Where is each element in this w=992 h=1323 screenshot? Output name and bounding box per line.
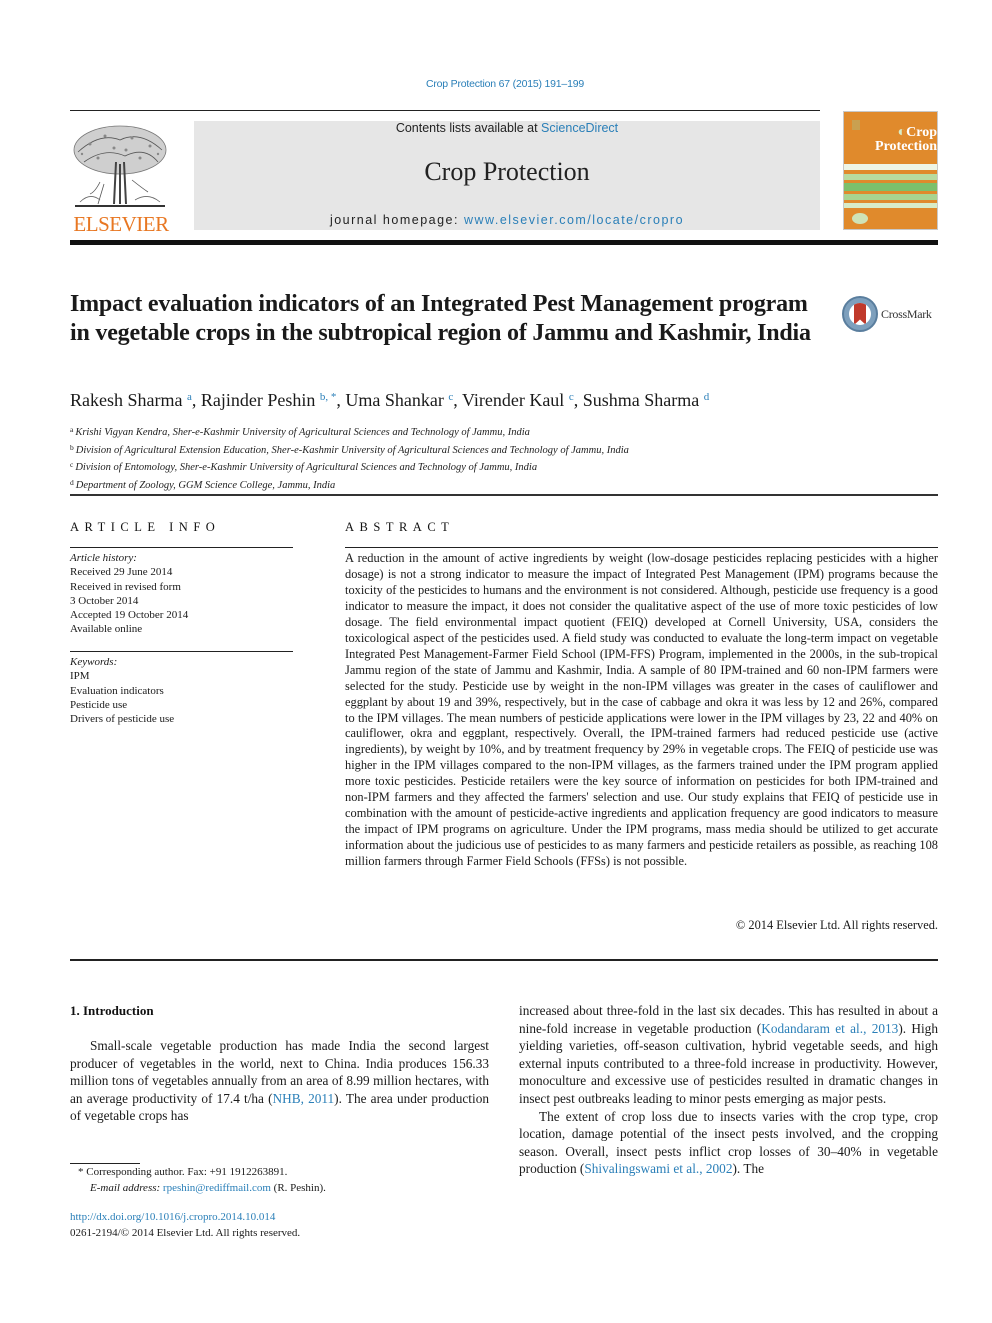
journal-homepage-link[interactable]: www.elsevier.com/locate/cropro	[464, 213, 684, 227]
footnotes: * Corresponding author. Fax: +91 1912263…	[70, 1165, 326, 1241]
intro-text: ). The	[732, 1161, 764, 1177]
author-affiliation-ref[interactable]: b, *	[320, 391, 337, 403]
author-affiliation-ref[interactable]: c	[448, 391, 453, 403]
citation-link-nhb-2011[interactable]: NHB, 2011	[273, 1091, 335, 1106]
article-title: Impact evaluation indicators of an Integ…	[70, 291, 811, 346]
journal-title: Crop Protection	[424, 157, 590, 186]
article-history-label: Article history:	[70, 552, 137, 564]
email-label: E-mail address:	[90, 1181, 163, 1194]
author-name[interactable]: Rajinder Peshin	[201, 390, 316, 410]
affiliation-marker: c	[70, 460, 74, 469]
homepage-prefix: journal homepage:	[329, 213, 464, 227]
author-affiliation-ref[interactable]: a	[187, 391, 192, 403]
author-list: Rakesh Sharma a, Rajinder Peshin b, *, U…	[70, 390, 710, 410]
elsevier-logo[interactable]: ELSEVIER	[70, 118, 172, 236]
affiliation-item: d Department of Zoology, GGM Science Coll…	[70, 476, 629, 494]
journal-cover-thumbnail[interactable]: ◐Crop Protection	[843, 111, 938, 230]
affiliation-item: b Division of Agricultural Extension Educ…	[70, 441, 629, 459]
crossmark-button[interactable]: CrossMark	[842, 296, 942, 334]
email-note: E-mail address: rpeshin@rediffmail.com (…	[70, 1181, 326, 1197]
keyword-item: IPM	[70, 670, 90, 683]
citation-link-kodandaram-2013[interactable]: Kodandaram et al., 2013	[761, 1021, 898, 1036]
corresponding-author-note: * Corresponding author. Fax: +91 1912263…	[78, 1166, 288, 1178]
crossmark-label: CrossMark	[881, 307, 932, 321]
homepage-line: journal homepage: www.elsevier.com/locat…	[194, 213, 820, 227]
sciencedirect-link[interactable]: ScienceDirect	[541, 121, 618, 135]
article-info-heading: ARTICLE INFO	[70, 520, 221, 534]
author-name[interactable]: Rakesh Sharma	[70, 390, 182, 410]
header-thick-rule	[70, 240, 938, 245]
header-top-rule	[70, 110, 820, 111]
history-item: Accepted 19 October 2014	[70, 609, 189, 622]
abstract-body: A reduction in the amount of active ingr…	[345, 551, 938, 869]
email-suffix: (R. Peshin).	[270, 1181, 326, 1194]
journal-citation-link[interactable]: Crop Protection 67 (2015) 191–199	[0, 78, 992, 90]
affiliation-marker: b	[70, 442, 74, 452]
intro-paragraph: The extent of crop loss due to insects v…	[519, 1108, 938, 1178]
history-item: 3 October 2014	[70, 594, 139, 607]
history-item: Available online	[70, 623, 143, 636]
author-affiliation-ref[interactable]: c	[569, 391, 574, 403]
crossmark-icon	[842, 296, 878, 332]
keyword-item: Pesticide use	[70, 698, 128, 711]
intro-paragraph: increased about three-fold in the last s…	[519, 1002, 938, 1108]
affiliation-text: Department of Zoology, GGM Science Colle…	[75, 479, 336, 491]
contents-prefix: Contents lists available at	[395, 121, 542, 135]
affiliation-marker: a	[70, 425, 74, 434]
section-divider	[70, 494, 938, 496]
author-name[interactable]: Virender Kaul	[462, 390, 564, 410]
author-affiliation-ref[interactable]: d	[704, 391, 710, 403]
abstract-copyright: © 2014 Elsevier Ltd. All rights reserved…	[735, 918, 938, 932]
keyword-item: Drivers of pesticide use	[70, 713, 175, 726]
citation-link-shivalingswami-2002[interactable]: Shivalingswami et al., 2002	[584, 1161, 732, 1176]
history-item: Received in revised form	[70, 580, 181, 593]
keywords-rule	[70, 651, 293, 652]
keywords-label: Keywords:	[70, 656, 118, 668]
cover-stripe	[844, 183, 937, 191]
abstract-bottom-rule	[70, 959, 938, 961]
issn-copyright: 0261-2194/© 2014 Elsevier Ltd. All right…	[70, 1226, 301, 1239]
intro-right-column: increased about three-fold in the last s…	[519, 1002, 938, 1178]
author-name[interactable]: Sushma Sharma	[583, 390, 700, 410]
affiliation-text: Division of Entomology, Sher-e-Kashmir U…	[75, 462, 538, 473]
keywords: Keywords: IPM Evaluation indicators Pest…	[70, 655, 174, 726]
article-info-rule	[70, 547, 293, 548]
abstract-heading: ABSTRACT	[345, 520, 455, 534]
cover-title-line2: Protection	[875, 139, 937, 154]
elsevier-tree-icon	[73, 125, 167, 207]
footnote-rule	[70, 1163, 140, 1164]
email-link[interactable]: rpeshin@rediffmail.com	[163, 1182, 271, 1194]
affiliation-text: Division of Agricultural Extension Educa…	[75, 444, 629, 456]
history-item: Received 29 June 2014	[70, 566, 173, 579]
affiliation-marker: d	[70, 477, 74, 487]
affiliation-item: c Division of Entomology, Sher-e-Kashmir …	[70, 458, 629, 476]
affiliation-list: a Krishi Vigyan Kendra, Sher-e-Kashmir Un…	[70, 423, 629, 493]
cover-title: ◐Crop Protection	[854, 126, 937, 154]
introduction-heading: 1. Introduction	[70, 1003, 154, 1018]
journal-header-box: Contents lists available at ScienceDirec…	[194, 121, 820, 230]
affiliation-text: Krishi Vigyan Kendra, Sher-e-Kashmir Uni…	[75, 427, 530, 438]
abstract-rule	[345, 547, 938, 548]
contents-line: Contents lists available at ScienceDirec…	[194, 121, 820, 135]
intro-left-column: Small-scale vegetable production has mad…	[70, 1037, 489, 1125]
cover-title-line1: Crop	[906, 125, 937, 140]
affiliation-item: a Krishi Vigyan Kendra, Sher-e-Kashmir Un…	[70, 423, 629, 441]
doi-link[interactable]: http://dx.doi.org/10.1016/j.cropro.2014.…	[70, 1210, 326, 1226]
intro-paragraph: Small-scale vegetable production has mad…	[70, 1037, 489, 1125]
article-history: Article history: Received 29 June 2014 R…	[70, 551, 188, 637]
cover-society-logo	[852, 213, 868, 224]
author-name[interactable]: Uma Shankar	[345, 390, 443, 410]
keyword-item: Evaluation indicators	[70, 684, 164, 697]
elsevier-wordmark: ELSEVIER	[73, 212, 169, 236]
